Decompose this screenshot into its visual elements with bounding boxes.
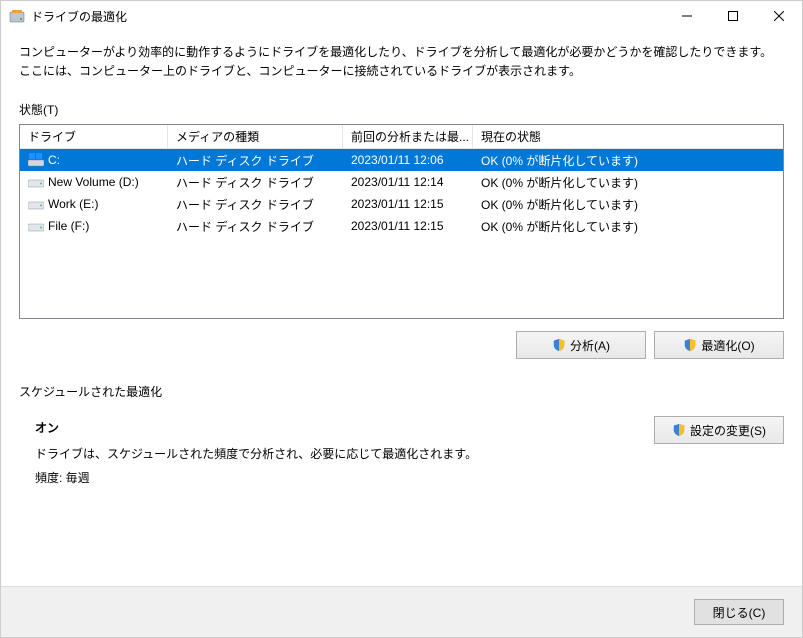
titlebar: ドライブの最適化	[1, 1, 802, 31]
table-row[interactable]: Work (E:) ハード ディスク ドライブ 2023/01/11 12:15 OK…	[20, 193, 783, 215]
change-settings-button[interactable]: 設定の変更(S)	[654, 416, 784, 444]
shield-icon	[552, 338, 566, 352]
column-header-status[interactable]: 現在の状態	[473, 125, 763, 148]
table-row[interactable]: New Volume (D:) ハード ディスク ドライブ 2023/01/11 1…	[20, 171, 783, 193]
schedule-block: オン ドライブは、スケジュールされた頻度で分析され、必要に応じて最適化されます。…	[35, 416, 784, 490]
list-rows: C: ハード ディスク ドライブ 2023/01/11 12:06 OK (0% が断…	[20, 149, 783, 237]
schedule-desc: ドライブは、スケジュールされた頻度で分析され、必要に応じて最適化されます。	[35, 442, 654, 466]
status-text: OK (0% が断片化しています)	[481, 196, 638, 213]
column-header-last[interactable]: 前回の分析または最...	[343, 125, 473, 148]
system-drive-icon	[28, 153, 44, 167]
main-content: コンピューターがより効率的に動作するようにドライブを最適化したり、ドライブを分析…	[1, 31, 802, 586]
change-settings-button-label: 設定の変更(S)	[690, 422, 766, 439]
drive-name: File (F:)	[48, 219, 89, 233]
drive-list[interactable]: ドライブ メディアの種類 前回の分析または最... 現在の状態 C: ハード ディ…	[19, 124, 784, 319]
analyze-button-label: 分析(A)	[570, 337, 610, 354]
app-icon	[9, 8, 25, 24]
hdd-icon	[28, 219, 44, 233]
optimize-button[interactable]: 最適化(O)	[654, 331, 784, 359]
schedule-heading: スケジュールされた最適化	[19, 383, 784, 400]
status-text: OK (0% が断片化しています)	[481, 152, 638, 169]
maximize-button[interactable]	[710, 1, 756, 31]
last-run: 2023/01/11 12:14	[351, 175, 444, 189]
footer: 閉じる(C)	[1, 586, 802, 637]
status-text: OK (0% が断片化しています)	[481, 218, 638, 235]
list-header[interactable]: ドライブ メディアの種類 前回の分析または最... 現在の状態	[20, 125, 783, 149]
analyze-button[interactable]: 分析(A)	[516, 331, 646, 359]
column-header-media[interactable]: メディアの種類	[168, 125, 343, 148]
close-button[interactable]: 閉じる(C)	[694, 599, 784, 625]
status-label: 状態(T)	[19, 101, 784, 118]
close-window-button[interactable]	[756, 1, 802, 31]
description-text: コンピューターがより効率的に動作するようにドライブを最適化したり、ドライブを分析…	[19, 43, 784, 81]
schedule-state: オン	[35, 416, 654, 440]
media-type: ハード ディスク ドライブ	[176, 174, 314, 191]
optimize-button-label: 最適化(O)	[701, 337, 754, 354]
last-run: 2023/01/11 12:06	[351, 153, 444, 167]
last-run: 2023/01/11 12:15	[351, 219, 444, 233]
status-text: OK (0% が断片化しています)	[481, 174, 638, 191]
last-run: 2023/01/11 12:15	[351, 197, 444, 211]
window-title: ドライブの最適化	[31, 8, 664, 25]
hdd-icon	[28, 175, 44, 189]
hdd-icon	[28, 197, 44, 211]
table-row[interactable]: File (F:) ハード ディスク ドライブ 2023/01/11 12:15 OK…	[20, 215, 783, 237]
shield-icon	[683, 338, 697, 352]
window-controls	[664, 1, 802, 31]
drive-name: Work (E:)	[48, 197, 98, 211]
table-row[interactable]: C: ハード ディスク ドライブ 2023/01/11 12:06 OK (0% が断…	[20, 149, 783, 171]
action-buttons: 分析(A) 最適化(O)	[19, 331, 784, 359]
media-type: ハード ディスク ドライブ	[176, 196, 314, 213]
column-header-drive[interactable]: ドライブ	[20, 125, 168, 148]
shield-icon	[672, 423, 686, 437]
schedule-frequency: 頻度: 毎週	[35, 466, 654, 490]
media-type: ハード ディスク ドライブ	[176, 218, 314, 235]
media-type: ハード ディスク ドライブ	[176, 152, 314, 169]
minimize-button[interactable]	[664, 1, 710, 31]
drive-name: New Volume (D:)	[48, 175, 139, 189]
drive-name: C:	[48, 153, 60, 167]
